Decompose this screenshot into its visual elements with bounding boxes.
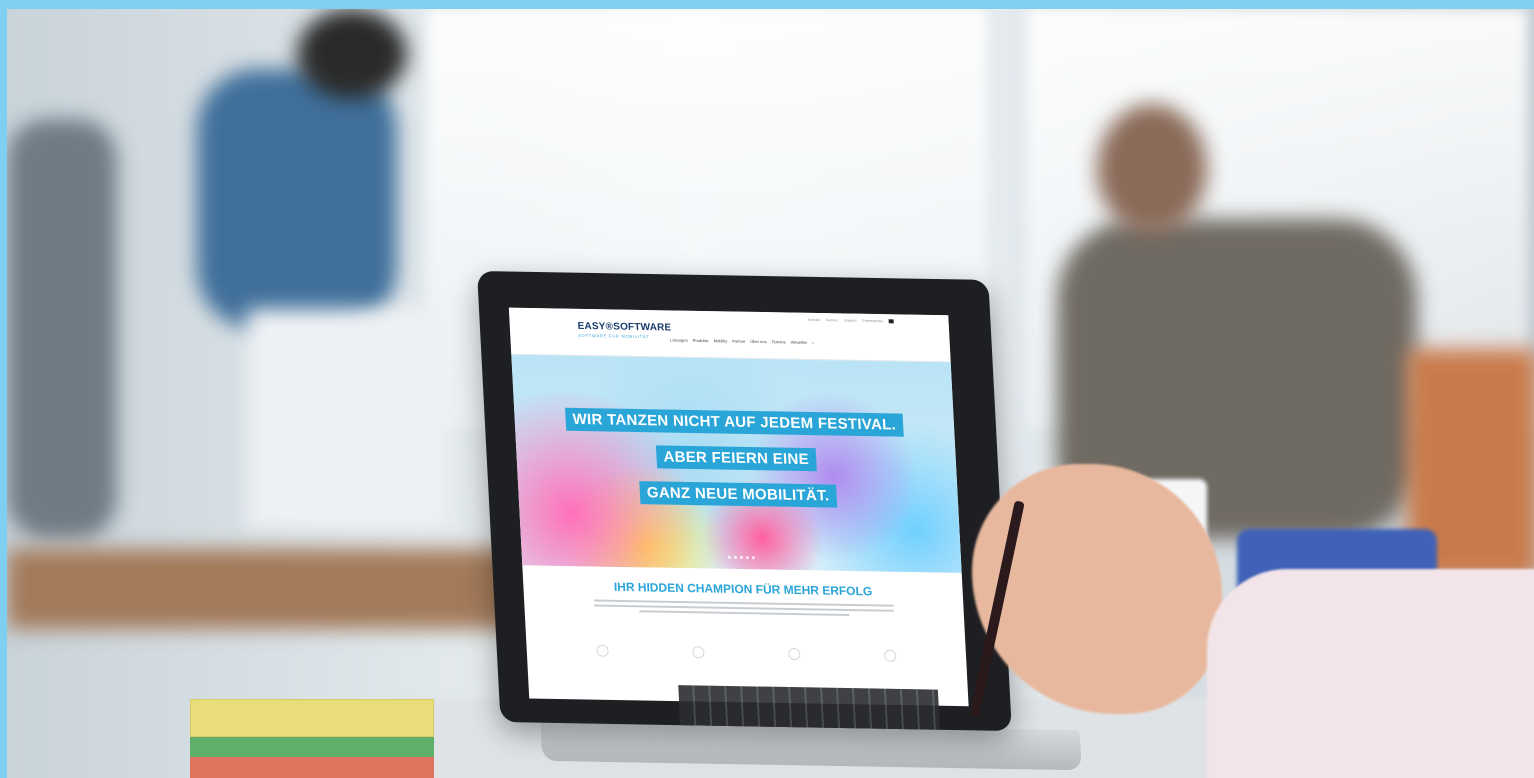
person-left (7, 119, 117, 539)
photo-frame: EASY®SOFTWARE SOFTWARE FÜR MOBILITÄT Kon… (0, 0, 1534, 778)
slider-dots[interactable] (727, 555, 755, 560)
headline-line-2: ABER FEIERN EINE (655, 445, 817, 472)
feature-icon[interactable] (788, 647, 801, 661)
logo-text: EASY®SOFTWARE (577, 320, 672, 334)
site-logo[interactable]: EASY®SOFTWARE SOFTWARE FÜR MOBILITÄT (577, 321, 672, 340)
nav-item[interactable]: Partner (732, 339, 745, 344)
arm (1207, 569, 1534, 778)
topbar-links: Kontakt Karriere Support Partnerportal (808, 318, 894, 324)
nav-item[interactable]: Termine (771, 339, 785, 344)
main-nav: Lösungen Produkte Mobility Partner Über … (670, 337, 814, 345)
nav-item[interactable]: Aktuelles (791, 340, 807, 345)
nav-item[interactable]: Über uns (750, 339, 766, 344)
search-icon[interactable]: ⌕ (812, 340, 815, 345)
laptop-lid: EASY®SOFTWARE SOFTWARE FÜR MOBILITÄT Kon… (477, 271, 1012, 731)
background-laptop (247, 309, 447, 529)
feature-icons (596, 644, 897, 662)
laptop-screen: EASY®SOFTWARE SOFTWARE FÜR MOBILITÄT Kon… (508, 307, 969, 707)
person-head (297, 9, 407, 99)
section-title: IHR HIDDEN CHAMPION FÜR MEHR ERFOLG (613, 579, 873, 599)
topbar-link[interactable]: Karriere (826, 318, 839, 322)
desk-left (7, 549, 547, 629)
nav-item[interactable]: Produkte (693, 338, 709, 343)
nav-item[interactable]: Lösungen (670, 337, 688, 342)
topbar-link[interactable]: Support (844, 318, 856, 322)
laptop: EASY®SOFTWARE SOFTWARE FÜR MOBILITÄT Kon… (477, 271, 1082, 771)
person-right-head (1097, 104, 1207, 234)
topbar-link[interactable]: Partnerportal (862, 319, 882, 323)
feature-icon[interactable] (692, 646, 705, 659)
office-photo: EASY®SOFTWARE SOFTWARE FÜR MOBILITÄT Kon… (7, 9, 1534, 778)
hero-banner: WIR TANZEN NICHT AUF JEDEM FESTIVAL. ABE… (511, 354, 962, 573)
headline-line-3: GANZ NEUE MOBILITÄT. (639, 481, 837, 508)
feature-icon[interactable] (596, 644, 609, 657)
flag-icon[interactable] (888, 319, 894, 324)
feature-icon[interactable] (883, 649, 897, 662)
headline-line-1: WIR TANZEN NICHT AUF JEDEM FESTIVAL. (565, 407, 904, 437)
nav-item[interactable]: Mobility (714, 338, 728, 343)
site-header: EASY®SOFTWARE SOFTWARE FÜR MOBILITÄT Kon… (508, 307, 951, 363)
section-copy (593, 599, 894, 619)
logo-tagline: SOFTWARE FÜR MOBILITÄT (578, 332, 650, 340)
person-standing (197, 69, 397, 329)
sticky-note-stack (190, 699, 434, 778)
keyboard (678, 685, 940, 730)
topbar-link[interactable]: Kontakt (808, 318, 820, 322)
